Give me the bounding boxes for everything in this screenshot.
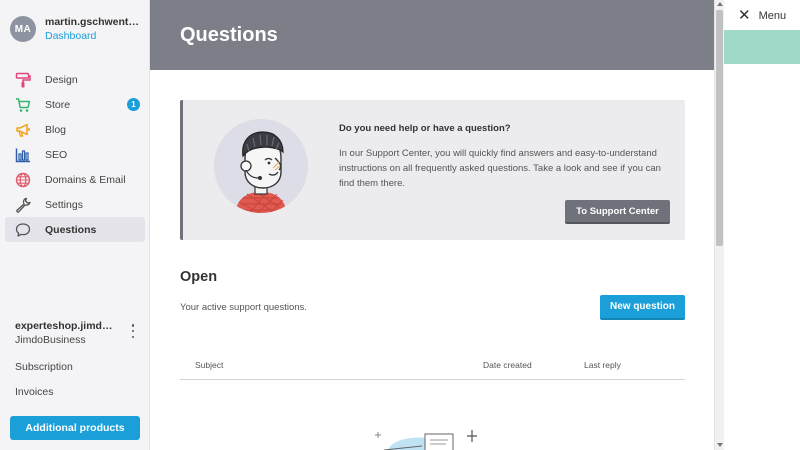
main-scrollbar[interactable] [714, 0, 724, 450]
speech-bubble-icon [14, 221, 32, 239]
main-content: Questions Do you need help or have a que… [150, 0, 714, 450]
support-center-button[interactable]: To Support Center [565, 200, 670, 224]
sidebar-item-store[interactable]: Store 1 [5, 92, 145, 117]
megaphone-icon [14, 121, 32, 139]
scroll-up-arrow-icon[interactable] [717, 2, 723, 6]
menu-strip [724, 30, 800, 64]
globe-icon [14, 171, 32, 189]
user-name: martin.gschwentner… [45, 16, 145, 28]
scroll-down-arrow-icon[interactable] [717, 443, 723, 447]
help-box: Do you need help or have a question? In … [180, 100, 685, 240]
sidebar-item-questions[interactable]: Questions [5, 217, 145, 242]
wrench-icon [14, 196, 32, 214]
scrollbar-thumb[interactable] [716, 10, 723, 246]
sidebar-item-design[interactable]: Design [5, 67, 145, 92]
menu-panel: ✕ Menu [724, 0, 800, 450]
sidebar-item-label: Settings [45, 198, 83, 211]
subscription-link[interactable]: Subscription [15, 361, 73, 373]
sidebar-nav: Design Store 1 Blog SEO Domains & Email … [5, 67, 145, 242]
sidebar-item-domains[interactable]: Domains & Email [5, 167, 145, 192]
open-section-title: Open [180, 269, 218, 285]
more-options-icon[interactable] [128, 324, 138, 338]
sidebar-item-seo[interactable]: SEO [5, 142, 145, 167]
bar-chart-icon [14, 146, 32, 164]
empty-state-illustration [375, 430, 477, 450]
support-person-illustration [214, 119, 308, 213]
invoices-link[interactable]: Invoices [15, 386, 54, 398]
site-block: experteshop.jimdofre… JimdoBusiness [15, 320, 140, 346]
paint-roller-icon [14, 71, 32, 89]
dashboard-link[interactable]: Dashboard [45, 30, 145, 42]
open-section-subtitle: Your active support questions. [180, 302, 307, 313]
sidebar-item-settings[interactable]: Settings [5, 192, 145, 217]
avatar[interactable]: MA [10, 16, 36, 42]
column-subject[interactable]: Subject [195, 360, 223, 370]
user-block: MA martin.gschwentner… Dashboard [10, 16, 145, 42]
cart-icon [14, 96, 32, 114]
sidebar-item-blog[interactable]: Blog [5, 117, 145, 142]
column-last-reply[interactable]: Last reply [584, 360, 621, 370]
sidebar-item-label: Questions [45, 223, 97, 236]
sidebar-item-label: Store [45, 98, 71, 111]
sidebar-item-label: Design [45, 73, 78, 86]
sidebar: MA martin.gschwentner… Dashboard Design … [0, 0, 150, 450]
page-title: Questions [180, 23, 278, 46]
close-icon[interactable]: ✕ [738, 8, 751, 23]
sidebar-item-label: SEO [45, 148, 68, 161]
menu-close-button[interactable]: ✕ Menu [738, 8, 786, 23]
questions-table-header: Subject Date created Last reply [180, 352, 685, 380]
sidebar-item-label: Blog [45, 123, 67, 136]
store-badge: 1 [127, 98, 140, 111]
site-name: experteshop.jimdofre… [15, 320, 117, 332]
page-header: Questions [150, 0, 714, 70]
site-plan: JimdoBusiness [15, 334, 86, 346]
menu-label: Menu [758, 9, 787, 22]
help-title: Do you need help or have a question? [339, 123, 511, 134]
new-question-button[interactable]: New question [600, 295, 685, 320]
additional-products-button[interactable]: Additional products [10, 416, 140, 440]
help-description: In our Support Center, you will quickly … [339, 148, 661, 189]
column-date-created[interactable]: Date created [483, 360, 532, 370]
sidebar-item-label: Domains & Email [45, 173, 126, 186]
